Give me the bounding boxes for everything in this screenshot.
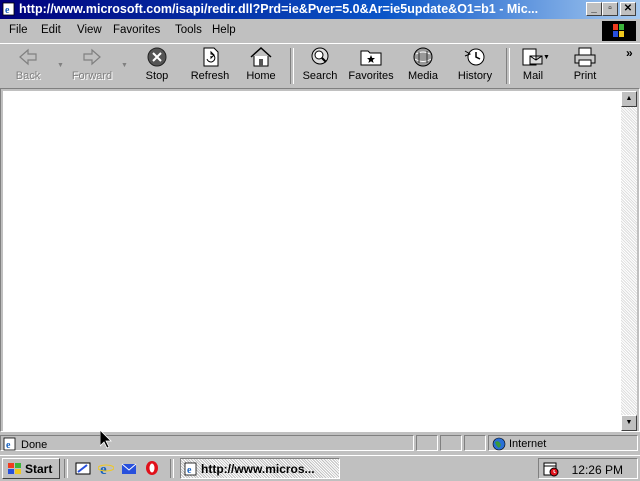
opera-icon[interactable]	[144, 460, 160, 476]
home-button[interactable]: Home	[242, 46, 280, 86]
svg-text:e: e	[5, 5, 10, 16]
standard-toolbar: Back ▼ Forward ▼ Stop Refresh Home Searc…	[0, 43, 640, 88]
browser-content-frame: ▲ ▼	[0, 88, 640, 432]
back-arrow-icon	[19, 48, 37, 66]
status-pane-offline	[464, 435, 486, 451]
status-text: Done	[21, 439, 48, 451]
windows-logo-icon	[602, 21, 636, 41]
window-title: http://www.microsoft.com/isapi/redir.dll…	[19, 2, 539, 16]
maximize-button[interactable]: ▫	[602, 2, 618, 16]
search-button[interactable]: Search	[300, 46, 340, 86]
media-button[interactable]: Media	[404, 46, 442, 86]
web-page-area[interactable]	[3, 91, 623, 431]
history-icon	[464, 48, 485, 66]
svg-text:e: e	[6, 440, 11, 451]
menu-tools[interactable]: Tools	[175, 24, 202, 36]
favorites-button[interactable]: Favorites	[346, 46, 396, 86]
forward-dropdown-icon[interactable]: ▼	[121, 62, 128, 69]
media-icon	[413, 47, 433, 67]
forward-arrow-icon	[83, 48, 101, 66]
taskbar: Start e e http://www.micros... 12:26 PM	[0, 455, 640, 481]
clock[interactable]: 12:26 PM	[572, 463, 623, 477]
windows-flag-icon	[8, 463, 21, 474]
menu-help[interactable]: Help	[212, 24, 236, 36]
scheduler-icon[interactable]	[543, 461, 559, 477]
menu-file[interactable]: File	[9, 24, 28, 36]
toolbar-separator	[506, 48, 510, 84]
search-icon	[311, 47, 329, 65]
outlook-express-icon[interactable]	[121, 460, 137, 476]
close-button[interactable]: ✕	[620, 2, 636, 16]
mail-button[interactable]: Mail	[516, 46, 550, 86]
favorites-folder-icon	[360, 50, 382, 66]
history-button[interactable]: History	[454, 46, 496, 86]
ie-page-icon: e	[2, 2, 15, 16]
menu-view[interactable]: View	[77, 24, 102, 36]
print-icon	[574, 47, 596, 67]
status-bar: e Done Internet	[0, 433, 640, 454]
vertical-scrollbar[interactable]: ▲ ▼	[621, 91, 637, 431]
stop-icon	[147, 47, 167, 67]
forward-button[interactable]: Forward	[70, 46, 114, 86]
ie-page-icon: e	[184, 462, 197, 476]
status-pane-progress	[416, 435, 438, 451]
page-status-icon: e	[3, 437, 16, 451]
show-desktop-icon[interactable]	[75, 460, 91, 476]
mail-dropdown-icon[interactable]: ▼	[543, 54, 550, 61]
menu-bar: File Edit View Favorites Tools Help	[0, 20, 640, 42]
svg-text:e: e	[187, 465, 192, 476]
menu-favorites[interactable]: Favorites	[113, 24, 160, 36]
system-tray: 12:26 PM	[538, 458, 638, 479]
menu-edit[interactable]: Edit	[41, 24, 61, 36]
back-button[interactable]: Back	[12, 46, 44, 86]
refresh-button[interactable]: Refresh	[188, 46, 232, 86]
taskbar-separator	[170, 459, 174, 478]
scroll-down-button[interactable]: ▼	[621, 415, 637, 431]
refresh-icon	[203, 47, 219, 67]
taskbar-separator	[64, 459, 68, 478]
scroll-up-button[interactable]: ▲	[621, 91, 637, 107]
status-pane-secure	[440, 435, 462, 451]
svg-text:e: e	[100, 462, 107, 476]
status-message-pane: e Done	[0, 435, 414, 451]
toolbar-separator	[290, 48, 294, 84]
minimize-button[interactable]: _	[586, 2, 602, 16]
start-button[interactable]: Start	[2, 458, 60, 479]
title-bar[interactable]: e http://www.microsoft.com/isapi/redir.d…	[0, 0, 640, 19]
stop-button[interactable]: Stop	[140, 46, 174, 86]
home-icon	[250, 46, 272, 67]
internet-explorer-icon[interactable]: e	[98, 460, 114, 476]
taskbar-window-button[interactable]: e http://www.micros...	[180, 458, 340, 479]
security-zone-text: Internet	[509, 438, 547, 450]
security-zone-pane[interactable]: Internet	[488, 435, 638, 451]
mouse-cursor-icon	[100, 430, 112, 449]
back-dropdown-icon[interactable]: ▼	[57, 62, 64, 69]
globe-icon	[492, 437, 506, 451]
toolbar-overflow-chevron[interactable]: »	[626, 46, 633, 60]
print-button[interactable]: Print	[568, 46, 602, 86]
